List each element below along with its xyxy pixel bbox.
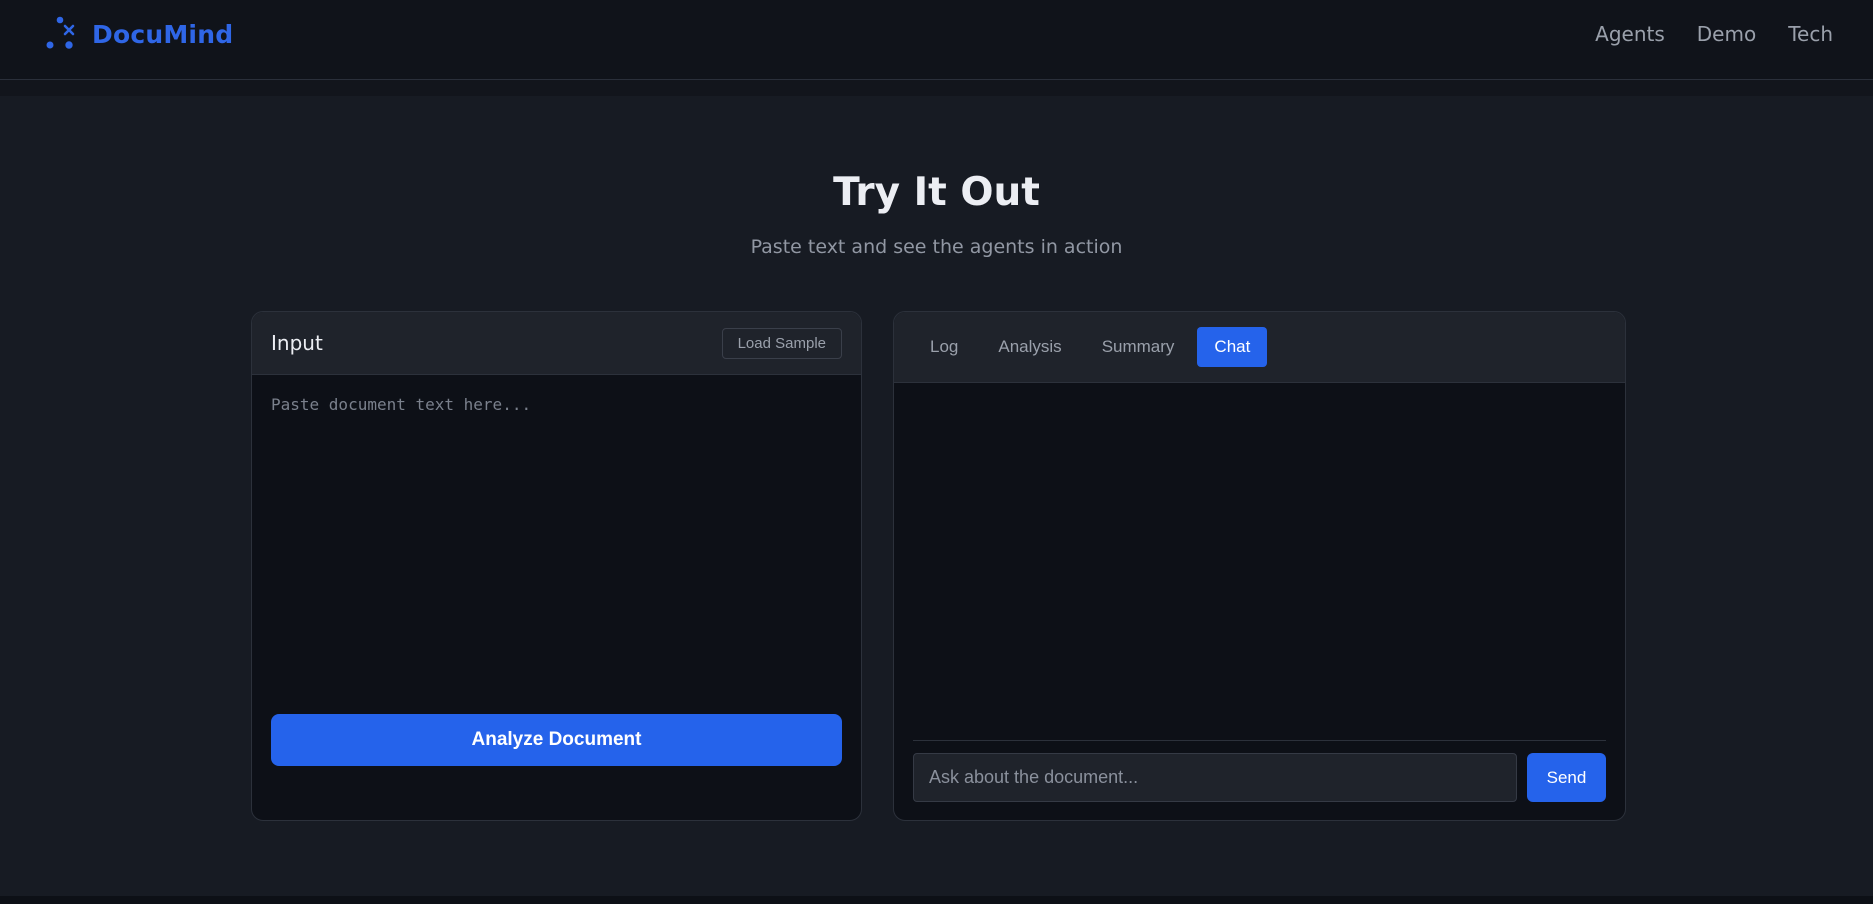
page-title: Try It Out [833,170,1040,215]
document-text-input[interactable] [252,375,861,695]
page-subtitle: Paste text and see the agents in action [750,236,1123,258]
input-panel-title: Input [271,331,323,355]
tab-analysis[interactable]: Analysis [981,327,1078,367]
network-logo-icon [46,16,75,49]
footer-strip [0,896,1873,904]
chat-divider [913,740,1606,741]
output-panel: Log Analysis Summary Chat Send [893,311,1626,821]
input-panel: Input Load Sample Analyze Document [251,311,862,821]
tab-summary[interactable]: Summary [1085,327,1192,367]
nav-demo[interactable]: Demo [1697,22,1756,46]
tab-chat[interactable]: Chat [1197,327,1268,367]
chat-messages[interactable] [913,384,1606,670]
top-navbar: DocuMind Agents Demo Tech [0,0,1873,80]
brand-logo[interactable]: DocuMind [46,14,233,54]
main-nav: Agents Demo Tech [1595,22,1833,46]
chat-question-input[interactable] [913,753,1517,802]
load-sample-button[interactable]: Load Sample [721,327,842,359]
send-button[interactable]: Send [1527,753,1606,802]
nav-tech[interactable]: Tech [1788,22,1833,46]
brand-name: DocuMind [92,19,234,49]
input-panel-header: Input Load Sample [252,312,861,375]
nav-agents[interactable]: Agents [1595,22,1665,46]
output-tabs: Log Analysis Summary Chat [894,312,1625,383]
analyze-document-button[interactable]: Analyze Document [271,714,842,766]
header-shadow-strip [0,80,1873,96]
tab-log[interactable]: Log [913,327,975,367]
